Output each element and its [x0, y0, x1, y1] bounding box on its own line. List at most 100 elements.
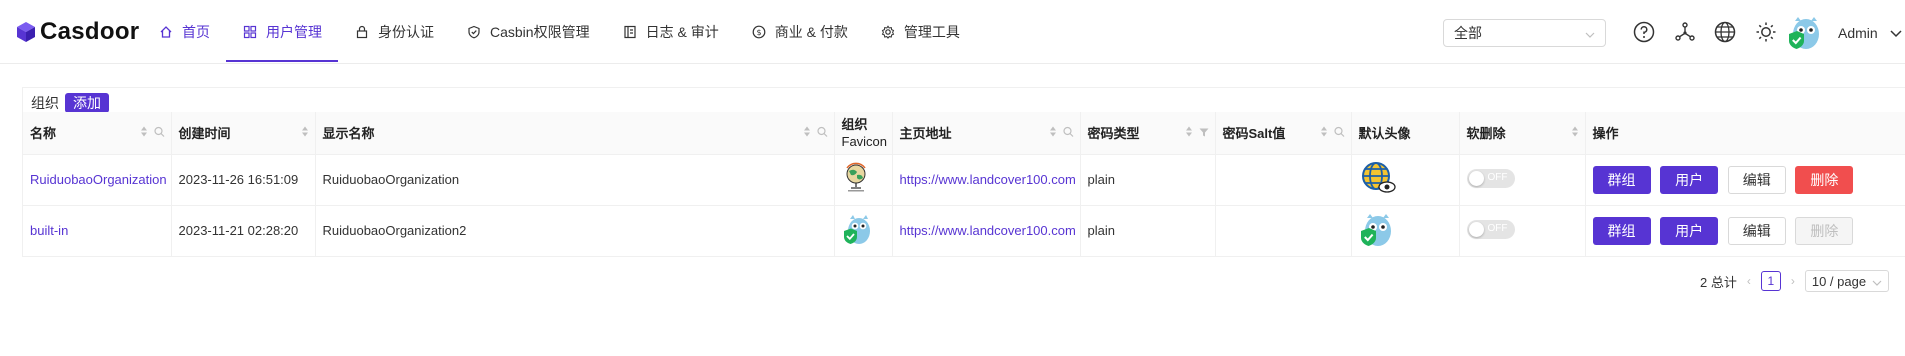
nav-label: 日志 & 审计: [645, 24, 719, 40]
cell-favicon: [834, 154, 893, 206]
organization-select-value: 全部: [1454, 25, 1482, 41]
soft-delete-toggle[interactable]: OFF: [1466, 219, 1515, 239]
column-label: 软删除: [1466, 126, 1506, 142]
delete-button-disabled: 删除: [1795, 216, 1854, 245]
nav-label: Casbin权限管理: [490, 24, 590, 40]
cell-name[interactable]: built-in: [23, 205, 172, 257]
column-soft-delete[interactable]: 软删除: [1459, 112, 1586, 155]
organization-name-link[interactable]: built-in: [30, 223, 68, 238]
sort-icon[interactable]: [1049, 125, 1057, 140]
sort-icon[interactable]: [140, 125, 148, 140]
network-icon[interactable]: [1673, 20, 1697, 44]
add-organization-button[interactable]: 添加: [65, 93, 109, 113]
column-label: 密码Salt值: [1222, 126, 1286, 142]
nav-item-casbin[interactable]: Casbin权限管理: [450, 0, 606, 64]
lock-icon: [354, 24, 370, 40]
toggle-state-label: OFF: [1487, 222, 1508, 234]
page-size-value: 10 / page: [1811, 273, 1867, 289]
cell-display-name: RuiduobaoOrganization: [315, 154, 835, 206]
cell-soft-delete: OFF: [1459, 205, 1586, 257]
grid-icon: [242, 24, 258, 40]
sort-icon[interactable]: [803, 125, 811, 140]
globe-favicon-image: [842, 162, 870, 197]
page-number-current[interactable]: 1: [1760, 271, 1781, 291]
cell-actions: 群组 用户 编辑 删除: [1585, 205, 1905, 257]
column-default-avatar: 默认头像: [1351, 112, 1460, 155]
column-homepage[interactable]: 主页地址: [892, 112, 1081, 155]
cell-homepage[interactable]: https://www.landcover100.com: [892, 205, 1081, 257]
nav-item-home[interactable]: 首页: [142, 0, 226, 64]
chevron-left-icon[interactable]: ‹: [1747, 274, 1751, 288]
nav-item-user-management[interactable]: 用户管理: [226, 0, 338, 64]
column-label: 创建时间: [178, 126, 231, 142]
search-icon[interactable]: [1062, 125, 1074, 140]
user-name[interactable]: Admin: [1838, 25, 1878, 41]
user-avatar[interactable]: [1787, 14, 1821, 50]
casdoor-logo[interactable]: Casdoor: [16, 18, 139, 46]
card-header: 组织 添加: [31, 93, 109, 113]
brand-name: Casdoor: [40, 18, 140, 45]
cell-actions: 群组 用户 编辑 删除: [1585, 154, 1905, 206]
groups-button[interactable]: 群组: [1592, 216, 1651, 245]
organization-select[interactable]: 全部: [1443, 19, 1606, 47]
cell-created-time: 2023-11-21 02:28:20: [171, 205, 316, 257]
sort-icon[interactable]: [1185, 125, 1193, 140]
column-created-time[interactable]: 创建时间: [171, 112, 316, 155]
organizations-table: 名称 创建时间 显示名称 组织 Favicon 主页地址 密码类型 密码Salt…: [23, 112, 1905, 257]
sort-icon[interactable]: [1320, 125, 1328, 140]
nav-item-logs-audit[interactable]: 日志 & 审计: [606, 0, 735, 64]
toggle-knob: [1468, 170, 1484, 186]
nav-label: 身份认证: [378, 24, 434, 40]
edit-button[interactable]: 编辑: [1727, 165, 1786, 194]
filter-icon[interactable]: [1199, 125, 1209, 140]
cell-name[interactable]: RuiduobaoOrganization: [23, 154, 172, 206]
nav-label: 用户管理: [266, 24, 322, 40]
column-password-type[interactable]: 密码类型: [1080, 112, 1216, 155]
sort-icon[interactable]: [301, 125, 309, 140]
sun-icon[interactable]: [1754, 20, 1778, 44]
column-actions: 操作: [1585, 112, 1905, 155]
soft-delete-toggle[interactable]: OFF: [1466, 168, 1515, 188]
globe-icon[interactable]: [1713, 20, 1737, 44]
owl-shield-favicon-image: [842, 215, 872, 248]
toggle-state-label: OFF: [1487, 171, 1508, 183]
chevron-down-icon: [1872, 274, 1882, 289]
globe-eye-avatar-image: [1359, 162, 1397, 199]
column-password-salt[interactable]: 密码Salt值: [1215, 112, 1352, 155]
column-label: 名称: [30, 126, 57, 142]
help-icon[interactable]: [1632, 20, 1656, 44]
sort-icon[interactable]: [1571, 125, 1579, 140]
nav-item-business-payment[interactable]: $ 商业 & 付款: [735, 0, 864, 64]
chevron-down-icon[interactable]: [1890, 26, 1902, 41]
cell-homepage[interactable]: https://www.landcover100.com: [892, 154, 1081, 206]
table-header-row: 名称 创建时间 显示名称 组织 Favicon 主页地址 密码类型 密码Salt…: [23, 112, 1905, 155]
column-display-name[interactable]: 显示名称: [315, 112, 835, 155]
column-name[interactable]: 名称: [23, 112, 172, 155]
toggle-knob: [1468, 221, 1484, 237]
users-button[interactable]: 用户: [1660, 216, 1719, 245]
edit-button[interactable]: 编辑: [1727, 216, 1786, 245]
chevron-right-icon[interactable]: ›: [1791, 274, 1795, 288]
page-size-select[interactable]: 10 / page: [1804, 270, 1890, 292]
chevron-down-icon: [1585, 25, 1595, 41]
search-icon[interactable]: [153, 125, 165, 140]
organization-name-link[interactable]: RuiduobaoOrganization: [30, 172, 167, 187]
cell-soft-delete: OFF: [1459, 154, 1586, 206]
users-button[interactable]: 用户: [1660, 165, 1719, 194]
homepage-link[interactable]: https://www.landcover100.com: [900, 172, 1076, 187]
groups-button[interactable]: 群组: [1592, 165, 1651, 194]
nav-label: 管理工具: [903, 24, 960, 40]
cell-default-avatar: [1351, 154, 1460, 206]
homepage-link[interactable]: https://www.landcover100.com: [900, 223, 1076, 238]
table-row: built-in 2023-11-21 02:28:20 RuiduobaoOr…: [23, 205, 1905, 257]
nav-item-admin-tools[interactable]: 管理工具: [864, 0, 976, 64]
nav-item-authentication[interactable]: 身份认证: [338, 0, 450, 64]
delete-button[interactable]: 删除: [1795, 165, 1854, 194]
search-icon[interactable]: [816, 125, 828, 140]
nav-label: 商业 & 付款: [774, 24, 848, 40]
column-label: Favicon: [841, 133, 888, 149]
cell-created-time: 2023-11-26 16:51:09: [171, 154, 316, 206]
search-icon[interactable]: [1333, 125, 1345, 140]
cube-icon: [17, 22, 35, 42]
cell-password-salt: [1215, 154, 1352, 206]
